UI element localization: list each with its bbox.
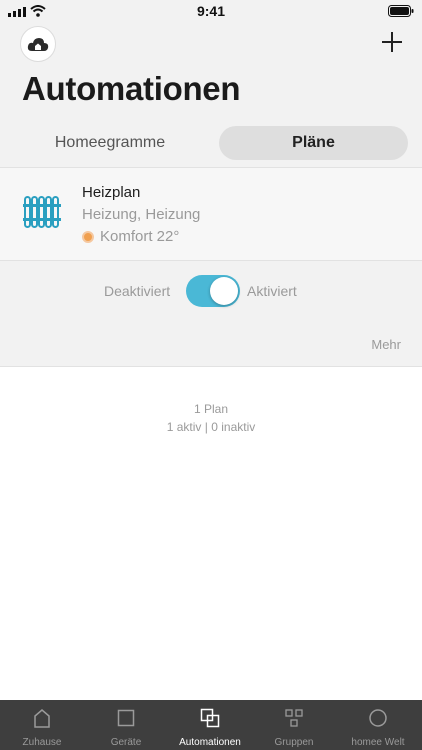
house-icon	[34, 709, 50, 728]
header: Automationen Homeegramme Pläne	[0, 22, 422, 168]
tab-label: Geräte	[110, 737, 142, 748]
tab-label: Automationen	[179, 737, 241, 748]
tab-label: Gruppen	[274, 737, 314, 748]
plan-status-summary: 1 aktiv | 0 inaktiv	[166, 420, 256, 434]
divider	[0, 366, 422, 367]
tab-bar: Zuhause Geräte Automationen Gruppen home…	[0, 700, 422, 750]
plan-card[interactable]: Heizplan Heizung, Heizung Komfort 22°	[0, 168, 422, 260]
add-icon[interactable]	[380, 30, 404, 54]
plan-mode: Komfort 22°	[82, 228, 179, 245]
tab-gruppen[interactable]: Gruppen	[252, 700, 336, 750]
circle-icon	[369, 709, 387, 727]
tab-label: homee Welt	[351, 737, 405, 748]
more-link[interactable]: Mehr	[371, 337, 401, 352]
plan-active-toggle[interactable]	[186, 275, 240, 307]
segment-plaene[interactable]: Pläne	[219, 126, 408, 160]
plan-toggle-area: Deaktiviert Aktiviert Mehr	[0, 261, 422, 366]
mode-indicator-icon	[82, 230, 94, 243]
tab-automationen[interactable]: Automationen	[168, 700, 252, 750]
plan-subtitle: Heizung, Heizung	[82, 206, 201, 223]
grid-icon	[285, 709, 303, 727]
toggle-off-label: Deaktiviert	[104, 283, 171, 299]
cloud-house-icon	[27, 38, 49, 51]
tab-zuhause[interactable]: Zuhause	[0, 700, 84, 750]
square-icon	[117, 709, 135, 727]
tab-geraete[interactable]: Geräte	[84, 700, 168, 750]
radiator-icon	[23, 196, 61, 228]
status-bar: 9:41	[0, 0, 422, 22]
status-time: 9:41	[196, 3, 226, 19]
overlapping-squares-icon	[200, 708, 220, 728]
plan-mode-label: Komfort 22°	[100, 228, 180, 245]
battery-icon	[388, 5, 414, 17]
toggle-on-label: Aktiviert	[247, 283, 297, 299]
toggle-knob	[210, 277, 238, 305]
segment-homeegramme[interactable]: Homeegramme	[14, 126, 206, 160]
tab-label: Zuhause	[22, 737, 62, 748]
plan-name: Heizplan	[82, 184, 141, 201]
tab-homee-welt[interactable]: homee Welt	[336, 700, 420, 750]
page-title: Automationen	[22, 70, 241, 107]
plan-count: 1 Plan	[193, 402, 229, 416]
cloud-button[interactable]	[20, 26, 56, 62]
segmented-control: Homeegramme Pläne	[14, 126, 408, 160]
